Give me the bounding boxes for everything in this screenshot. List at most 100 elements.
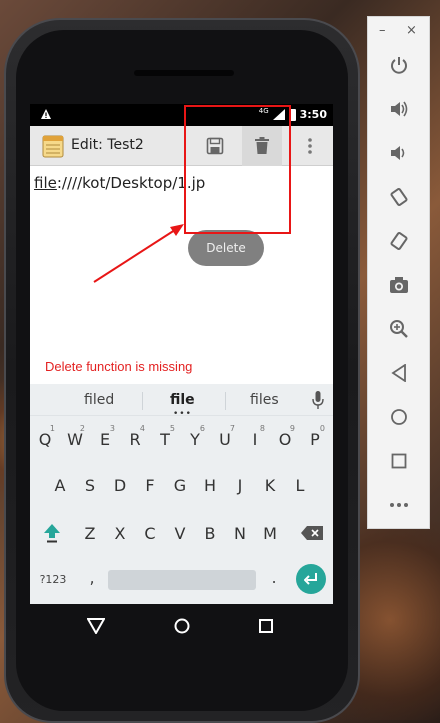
key-s[interactable]: S: [76, 468, 104, 502]
nav-recent-button[interactable]: [252, 612, 280, 640]
space-key[interactable]: [108, 570, 256, 590]
volume-up-button[interactable]: [385, 95, 413, 123]
microphone-icon[interactable]: [312, 391, 324, 409]
key-label: Y: [190, 429, 200, 449]
key-b[interactable]: B: [196, 516, 224, 550]
key-l[interactable]: L: [286, 468, 314, 502]
enter-key[interactable]: [296, 564, 326, 594]
key-hint: 5: [169, 424, 175, 433]
rotate-right-icon: [390, 231, 408, 251]
close-button[interactable]: ×: [406, 23, 417, 38]
backspace-icon: [301, 526, 323, 540]
key-label: R: [129, 429, 141, 449]
camera-icon: [390, 277, 408, 293]
highlight-box: [184, 105, 291, 234]
key-g[interactable]: G: [166, 468, 194, 502]
annotation-arrow: [93, 224, 184, 283]
key-x[interactable]: X: [106, 516, 134, 550]
suggestion-more-dots: •••: [173, 409, 192, 419]
back-icon: [391, 364, 406, 382]
nav-home-button[interactable]: [168, 612, 196, 640]
key-hint: 4: [139, 424, 145, 433]
key-y[interactable]: Y6: [181, 422, 209, 456]
zoom-icon: [390, 320, 408, 338]
more-button[interactable]: [385, 491, 413, 519]
nav-back-button[interactable]: [82, 612, 110, 640]
editor-content[interactable]: file:////kot/Desktop/1.jp: [34, 174, 205, 192]
tooltip-toast: Delete: [188, 230, 264, 266]
suggestion-strip: filed file files •••: [30, 384, 333, 419]
earpiece-speaker: [134, 70, 234, 76]
period-key[interactable]: .: [266, 564, 282, 590]
rotate-left-button[interactable]: [385, 183, 413, 211]
rotate-right-button[interactable]: [385, 227, 413, 255]
key-z[interactable]: Z: [76, 516, 104, 550]
home-icon: [391, 409, 407, 425]
home-button[interactable]: [385, 403, 413, 431]
rotate-left-icon: [390, 187, 408, 207]
key-h[interactable]: H: [196, 468, 224, 502]
key-w[interactable]: W2: [61, 422, 89, 456]
key-c[interactable]: C: [136, 516, 164, 550]
key-i[interactable]: I8: [241, 422, 269, 456]
key-f[interactable]: F: [136, 468, 164, 502]
key-t[interactable]: T5: [151, 422, 179, 456]
shift-key[interactable]: [38, 516, 66, 550]
back-button[interactable]: [385, 359, 413, 387]
key-label: E: [99, 429, 111, 449]
back-icon: [87, 618, 105, 634]
notes-app-icon: [42, 135, 64, 158]
overflow-menu-icon: [308, 138, 312, 154]
page-title: Edit: Test2: [71, 137, 144, 153]
overflow-menu-button[interactable]: [290, 126, 330, 166]
key-u[interactable]: U7: [211, 422, 239, 456]
key-hint: 0: [319, 424, 325, 433]
backspace-key[interactable]: [298, 516, 326, 550]
key-hint: 9: [289, 424, 295, 433]
zoom-button[interactable]: [385, 315, 413, 343]
volume-down-button[interactable]: [385, 139, 413, 167]
key-d[interactable]: D: [106, 468, 134, 502]
key-hint: 1: [49, 424, 55, 433]
overview-button[interactable]: [385, 447, 413, 475]
comma-key[interactable]: ,: [84, 564, 100, 590]
suggestion-item[interactable]: files: [250, 392, 279, 408]
key-j[interactable]: J: [226, 468, 254, 502]
key-r[interactable]: R4: [121, 422, 149, 456]
home-icon: [174, 618, 190, 634]
more-icon: [390, 503, 408, 507]
emulator-toolbar: – ×: [367, 16, 430, 529]
volume-up-icon: [391, 101, 408, 117]
enter-icon: [304, 573, 317, 585]
key-label: P: [310, 429, 320, 449]
warning-icon: [41, 109, 51, 119]
volume-down-icon: [391, 146, 405, 160]
key-e[interactable]: E3: [91, 422, 119, 456]
underlined-word: file: [34, 174, 57, 192]
key-hint: 7: [229, 424, 235, 433]
key-hint: 6: [199, 424, 205, 433]
key-hint: 8: [259, 424, 265, 433]
suggestion-item[interactable]: file: [170, 392, 195, 408]
power-button[interactable]: [385, 51, 413, 79]
key-q[interactable]: Q1: [31, 422, 59, 456]
system-nav-bar: [30, 604, 333, 648]
shift-icon: [44, 524, 60, 543]
annotation-text: Delete function is missing: [45, 359, 193, 374]
camera-button[interactable]: [385, 271, 413, 299]
key-v[interactable]: V: [166, 516, 194, 550]
key-p[interactable]: P0: [301, 422, 329, 456]
key-o[interactable]: O9: [271, 422, 299, 456]
key-hint: 3: [109, 424, 115, 433]
suggestion-item[interactable]: filed: [84, 392, 114, 408]
key-a[interactable]: A: [46, 468, 74, 502]
key-k[interactable]: K: [256, 468, 284, 502]
key-m[interactable]: M: [256, 516, 284, 550]
minimize-button[interactable]: –: [379, 23, 386, 38]
key-label: I: [252, 429, 258, 449]
key-n[interactable]: N: [226, 516, 254, 550]
divider: [225, 392, 226, 410]
divider: [142, 392, 143, 410]
symbols-key[interactable]: ?123: [34, 568, 72, 590]
overview-icon: [391, 453, 407, 469]
